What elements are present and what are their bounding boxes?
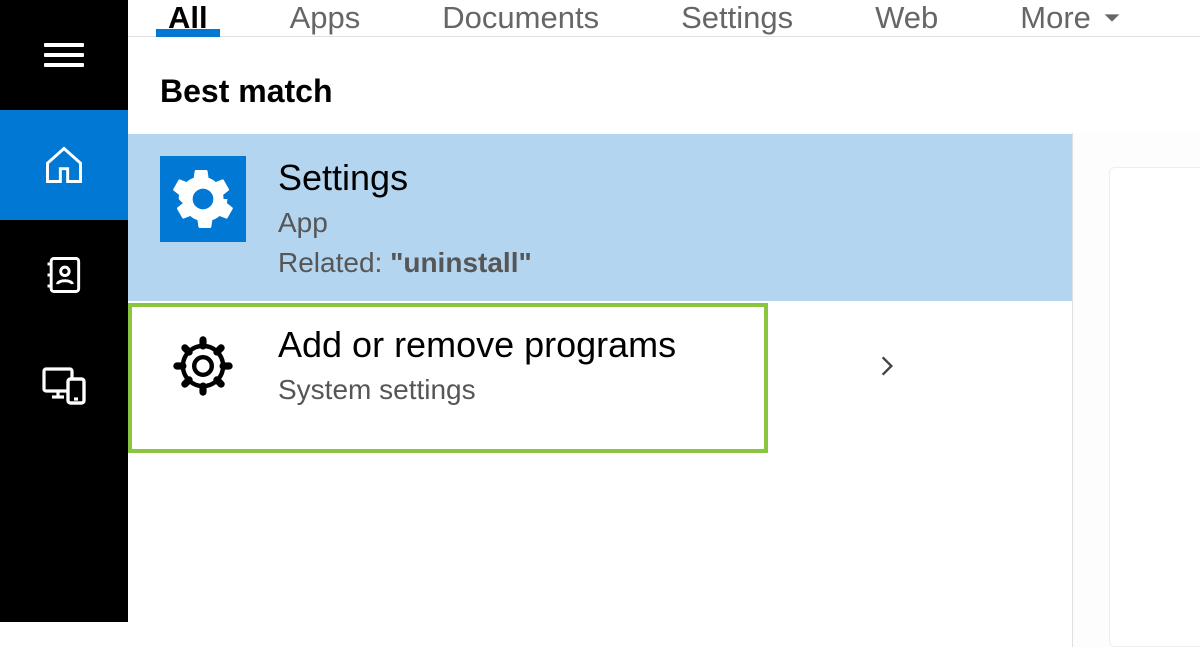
tab-label: Settings [681, 0, 793, 36]
tab-web[interactable]: Web [863, 0, 950, 36]
result-related: Related: "uninstall" [278, 247, 1040, 279]
tab-more[interactable]: More [1008, 0, 1135, 36]
tab-documents[interactable]: Documents [430, 0, 611, 36]
tab-apps[interactable]: Apps [278, 0, 373, 36]
result-add-remove-programs[interactable]: Add or remove programs System settings [128, 301, 1072, 436]
tab-label: Apps [290, 0, 361, 36]
chevron-right-icon [874, 345, 900, 387]
sidebar-contacts[interactable] [0, 220, 128, 330]
tab-all[interactable]: All [156, 0, 220, 36]
result-title: Add or remove programs [278, 323, 874, 366]
tab-label: Web [875, 0, 938, 36]
search-results: Best match Settings App Related: "uninst… [128, 37, 1072, 647]
contacts-icon [42, 253, 86, 297]
hamburger-icon [44, 43, 84, 67]
chevron-down-icon [1101, 7, 1123, 29]
related-prefix: Related: [278, 247, 390, 278]
result-body: Add or remove programs System settings [278, 323, 874, 414]
result-subtitle: App [278, 207, 1040, 239]
system-settings-icon [160, 323, 246, 409]
home-icon [42, 143, 86, 187]
search-panel: All Apps Documents Settings Web More Bes… [128, 0, 1200, 622]
tab-label: More [1020, 0, 1091, 36]
related-value: "uninstall" [390, 247, 532, 278]
tab-label: Documents [442, 0, 599, 36]
settings-app-icon [160, 156, 246, 242]
sidebar-devices[interactable] [0, 330, 128, 440]
result-body: Settings App Related: "uninstall" [278, 156, 1040, 279]
hamburger-menu[interactable] [0, 0, 128, 110]
tab-label: All [168, 0, 208, 36]
devices-icon [40, 361, 88, 409]
gear-icon [172, 168, 234, 230]
sidebar-home[interactable] [0, 110, 128, 220]
result-settings[interactable]: Settings App Related: "uninstall" [128, 134, 1072, 301]
start-sidebar [0, 0, 128, 622]
result-title: Settings [278, 156, 1040, 199]
preview-card [1109, 167, 1200, 647]
result-subtitle: System settings [278, 374, 874, 406]
search-filter-tabs: All Apps Documents Settings Web More [128, 0, 1200, 37]
gear-icon [170, 333, 236, 399]
expand-result[interactable] [874, 345, 900, 392]
tab-settings[interactable]: Settings [669, 0, 805, 36]
preview-panel [1072, 133, 1200, 647]
best-match-heading: Best match [128, 37, 1072, 134]
